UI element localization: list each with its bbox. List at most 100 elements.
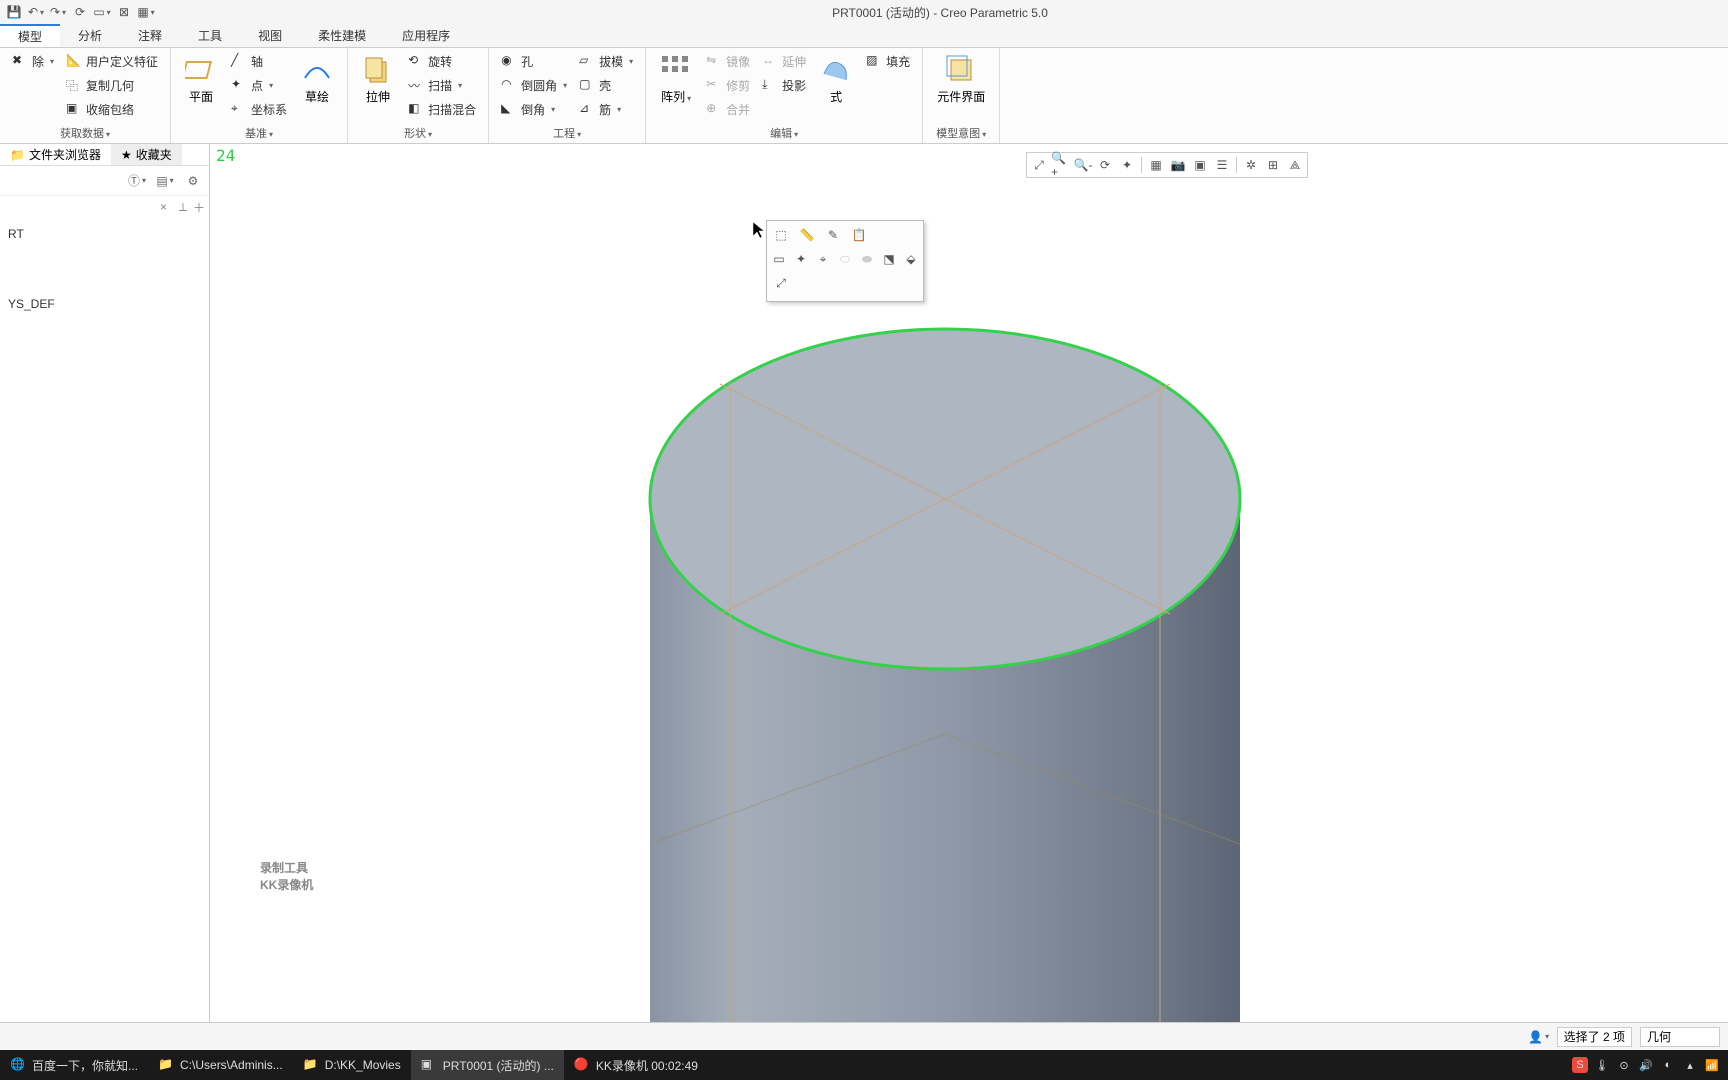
ctx-view-icon[interactable]: ▭ — [771, 249, 787, 269]
refit-icon[interactable]: ⤢ — [1029, 155, 1049, 175]
zoomin-icon[interactable]: 🔍+ — [1051, 155, 1071, 175]
fill-button[interactable]: ▨填充 — [862, 50, 914, 72]
sweep-button[interactable]: 〰扫描 — [404, 74, 480, 96]
delete-icon: ✖ — [12, 53, 28, 69]
ctx-copy-icon[interactable]: 📋 — [849, 225, 869, 245]
task-explorer2-label: D:\KK_Movies — [325, 1058, 401, 1072]
compui-button[interactable]: 元件界面 — [931, 50, 991, 123]
tree-filter-icon[interactable]: Ⓣ — [127, 171, 147, 191]
tree-settings-icon[interactable]: ⚙ — [183, 171, 203, 191]
rib-button[interactable]: ⊿筋 — [575, 98, 637, 120]
sketch-button[interactable]: 草绘 — [295, 50, 339, 123]
layers-icon[interactable]: ☰ — [1212, 155, 1232, 175]
folder-icon: 📁 — [10, 148, 25, 162]
point-button[interactable]: ✦点 — [227, 74, 291, 96]
task-creo[interactable]: ▣ PRT0001 (活动的) ... — [411, 1050, 564, 1080]
group-edit-label[interactable]: 编辑 — [654, 123, 914, 143]
simulate-icon[interactable]: ⟁ — [1285, 155, 1305, 175]
tray-temp-icon[interactable]: 🌡 — [1594, 1057, 1610, 1073]
extrude-button[interactable]: 拉伸 — [356, 50, 400, 123]
tab-model[interactable]: 模型 — [0, 24, 60, 47]
tab-view[interactable]: 视图 — [240, 24, 300, 47]
qat-close-icon[interactable]: ⊠ — [114, 2, 134, 22]
csys-button[interactable]: ⌖坐标系 — [227, 98, 291, 120]
ctx-point-icon[interactable]: ✦ — [793, 249, 809, 269]
qat-save-icon[interactable]: 💾 — [4, 2, 24, 22]
tray-ime-icon[interactable]: S — [1572, 1057, 1588, 1073]
close-icon[interactable]: × — [160, 200, 167, 214]
tab-app[interactable]: 应用程序 — [384, 24, 468, 47]
task-kkrecorder[interactable]: 🔴 KK录像机 00:02:49 — [564, 1050, 708, 1080]
ctx-expand-icon[interactable]: ⤢ — [771, 273, 791, 293]
round-button[interactable]: ◠倒圆角 — [497, 74, 571, 96]
task-explorer1[interactable]: 📁 C:\Users\Adminis... — [148, 1050, 293, 1080]
qat-more-icon[interactable]: ▦ — [136, 2, 156, 22]
tab-annotate[interactable]: 注释 — [120, 24, 180, 47]
tab-folder-browser[interactable]: 📁文件夹浏览器 — [0, 144, 111, 165]
copygeo-button[interactable]: ⿻复制几何 — [62, 74, 162, 96]
tray-shield-icon[interactable]: ⊙ — [1616, 1057, 1632, 1073]
sweepblend-button[interactable]: ◧扫描混合 — [404, 98, 480, 120]
userdef-button[interactable]: 📐用户定义特征 — [62, 50, 162, 72]
tree-root[interactable]: RT — [6, 224, 203, 244]
ctx-style-icon[interactable]: ⬔ — [881, 249, 897, 269]
group-getdata-label[interactable]: 获取数据 — [8, 123, 162, 143]
ctx-csys-icon[interactable]: ⌖ — [815, 249, 831, 269]
tree-show-icon[interactable]: ▤ — [155, 171, 175, 191]
pin-icon[interactable]: ⟂ — [179, 200, 187, 215]
tab-flex[interactable]: 柔性建模 — [300, 24, 384, 47]
annotations-icon[interactable]: ✲ — [1241, 155, 1261, 175]
chamfer-button[interactable]: ◣倒角 — [497, 98, 571, 120]
datums-icon[interactable]: ⊞ — [1263, 155, 1283, 175]
axis-button[interactable]: ╱轴 — [227, 50, 291, 72]
plane-button[interactable]: 平面 — [179, 50, 223, 123]
shell-button[interactable]: ▢壳 — [575, 74, 637, 96]
hole-button[interactable]: ◉孔 — [497, 50, 571, 72]
tray-network-icon[interactable]: ◐ — [1660, 1057, 1676, 1073]
ctx-edit-icon[interactable]: ✎ — [823, 225, 843, 245]
ctx-more-icon[interactable]: ⬙ — [903, 249, 919, 269]
perspective-icon[interactable]: ▣ — [1190, 155, 1210, 175]
tray-chevron-icon[interactable]: ▴ — [1682, 1057, 1698, 1073]
pattern-button[interactable]: 阵列 — [654, 50, 698, 123]
repaint-icon[interactable]: ⟳ — [1095, 155, 1115, 175]
spin-icon[interactable]: ✦ — [1117, 155, 1137, 175]
qat-redo-icon[interactable]: ↷ — [48, 2, 68, 22]
display-style-icon[interactable]: ▦ — [1146, 155, 1166, 175]
qat-windows-icon[interactable]: ▭ — [92, 2, 112, 22]
style-button[interactable]: 式 — [814, 50, 858, 123]
axis-icon: ╱ — [231, 53, 247, 69]
revolve-button[interactable]: ⟲旋转 — [404, 50, 480, 72]
ctx-select-icon[interactable]: ⬚ — [771, 225, 791, 245]
delete-button[interactable]: ✖除 — [8, 50, 58, 72]
tab-favorites[interactable]: ★收藏夹 — [111, 144, 182, 165]
model-tree[interactable]: RT YS_DEF — [0, 218, 209, 320]
fill-label: 填充 — [886, 53, 910, 70]
tab-tool[interactable]: 工具 — [180, 24, 240, 47]
group-datum-label[interactable]: 基准 — [179, 123, 339, 143]
project-button[interactable]: ⤓投影 — [758, 74, 810, 96]
group-eng-label[interactable]: 工程 — [497, 123, 637, 143]
saved-views-icon[interactable]: 📷 — [1168, 155, 1188, 175]
task-explorer2[interactable]: 📁 D:\KK_Movies — [293, 1050, 411, 1080]
group-shape-label[interactable]: 形状 — [356, 123, 480, 143]
status-filter[interactable]: 几何 — [1640, 1027, 1720, 1047]
task-explorer1-label: C:\Users\Adminis... — [180, 1058, 283, 1072]
group-intent-label[interactable]: 模型意图 — [931, 123, 991, 143]
shrinkwrap-button[interactable]: ▣收缩包络 — [62, 98, 162, 120]
draft-button[interactable]: ▱拔模 — [575, 50, 637, 72]
tree-csys[interactable]: YS_DEF — [6, 294, 203, 314]
3d-viewport[interactable]: 24 — [210, 144, 1728, 1022]
task-baidu[interactable]: 🌐 百度一下，你就知... — [0, 1050, 148, 1080]
qat-undo-icon[interactable]: ↶ — [26, 2, 46, 22]
tab-analyze[interactable]: 分析 — [60, 24, 120, 47]
status-find-icon[interactable]: 👤 — [1529, 1027, 1549, 1047]
extrude-icon — [362, 54, 394, 86]
tray-speaker-icon[interactable]: 🔊 — [1638, 1057, 1654, 1073]
ctx-dimension-icon[interactable]: 📏 — [797, 225, 817, 245]
qat-regen-icon[interactable]: ⟳ — [70, 2, 90, 22]
draft-label: 拔模 — [599, 53, 623, 70]
zoomout-icon[interactable]: 🔍- — [1073, 155, 1093, 175]
add-icon[interactable]: ＋ — [193, 199, 205, 216]
tray-wifi-icon[interactable]: 📶 — [1704, 1057, 1720, 1073]
